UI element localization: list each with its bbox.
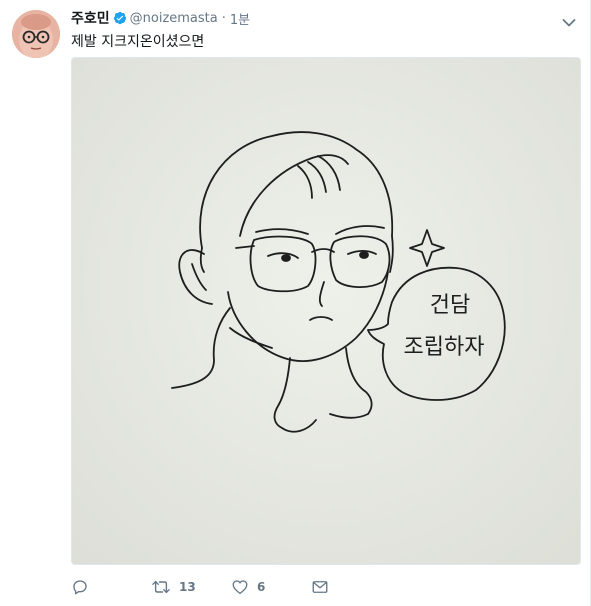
reply-icon	[73, 580, 87, 595]
tweet: 주호민 @noizemasta · 1분 제발 지크지온이셨으면 건담 조립하자…	[0, 0, 591, 606]
separator-dot: ·	[221, 10, 226, 26]
timestamp[interactable]: 1분	[230, 9, 250, 28]
speech-text-line1: 건담	[430, 293, 470, 318]
display-name[interactable]: 주호민	[71, 8, 110, 28]
verified-badge-icon	[113, 11, 127, 25]
speech-text-line2: 조립하자	[404, 335, 485, 360]
like-button[interactable]: 6	[231, 578, 311, 596]
like-count: 6	[257, 580, 266, 594]
tweet-media-drawing[interactable]: 건담 조립하자	[71, 57, 581, 565]
user-handle[interactable]: @noizemasta	[130, 11, 218, 26]
face-sketch-image: 건담 조립하자	[72, 58, 580, 564]
tweet-text: 제발 지크지온이셨으면	[71, 34, 205, 50]
reply-button[interactable]	[71, 578, 151, 596]
chevron-down-icon[interactable]	[562, 13, 576, 27]
direct-message-button[interactable]	[311, 579, 329, 595]
avatar[interactable]	[12, 10, 60, 58]
tweet-actions: 13 6	[71, 577, 329, 597]
retweet-count: 13	[179, 580, 196, 594]
envelope-icon	[312, 581, 328, 593]
heart-icon	[232, 580, 248, 595]
avatar-portrait	[12, 10, 60, 58]
tweet-header: 주호민 @noizemasta · 1분	[71, 8, 250, 28]
retweet-icon	[152, 580, 170, 594]
retweet-button[interactable]: 13	[151, 578, 231, 596]
